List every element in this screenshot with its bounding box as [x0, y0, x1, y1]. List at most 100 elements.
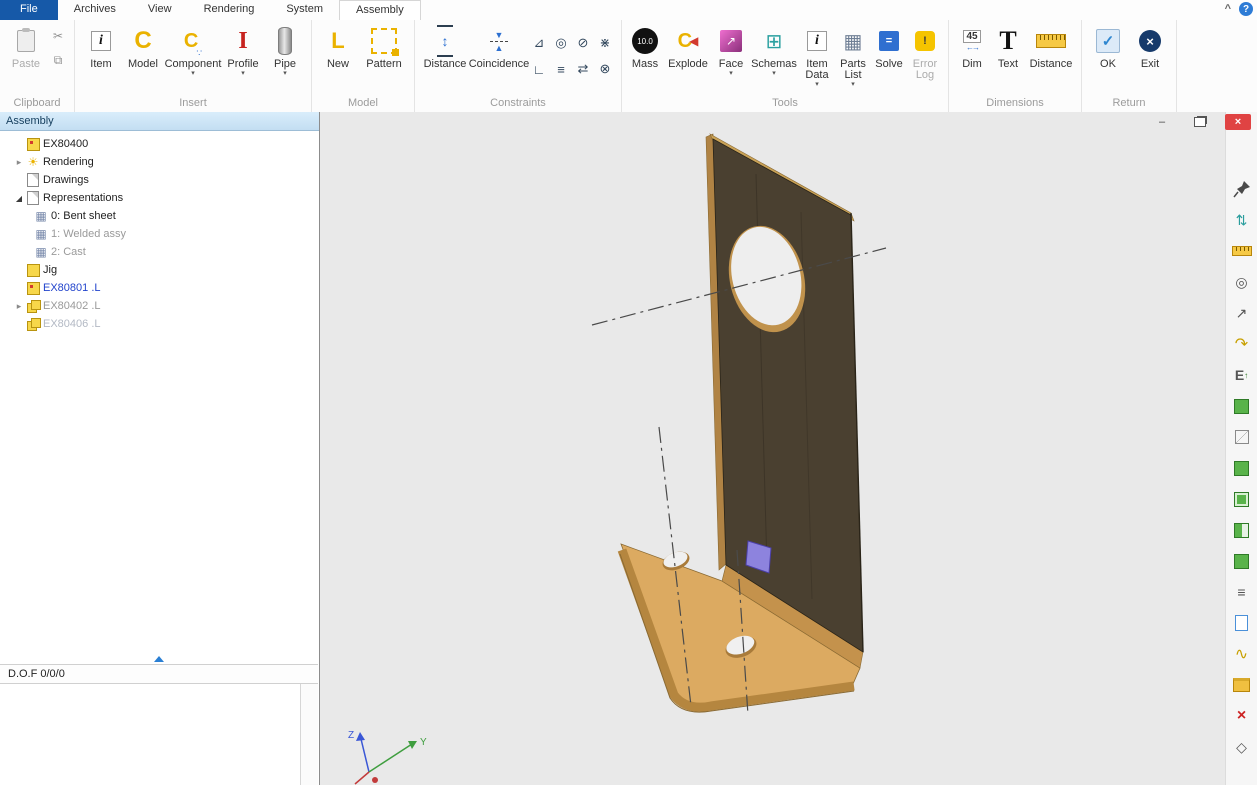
x-axis-dot [372, 777, 378, 783]
maximize-button[interactable] [1187, 114, 1213, 130]
cut-icon[interactable]: ✂ [49, 28, 67, 44]
component-caret-icon[interactable]: ▾ [191, 70, 195, 78]
edged-cube-icon[interactable] [1231, 488, 1253, 510]
new-button[interactable]: L New [318, 23, 358, 70]
error-log-button[interactable]: ! Error Log [908, 23, 942, 81]
tree-item-cast[interactable]: ▦ 2: Cast [0, 243, 319, 261]
tree-item-jig[interactable]: Jig [0, 261, 319, 279]
measure-ruler-icon[interactable] [1231, 240, 1253, 262]
cube-arrow-icon[interactable] [1231, 550, 1253, 572]
exit-button[interactable]: × Exit [1130, 23, 1170, 70]
concentricity-constraint-icon[interactable]: ◎ [550, 30, 572, 56]
schemas-button[interactable]: ⊞ Schemas ▾ [750, 23, 798, 78]
parallel-constraint-icon[interactable]: ≡ [550, 56, 572, 82]
ribbon-group-model: L New Pattern Model [312, 20, 415, 112]
expand-arrow-icon[interactable]: ▸ [12, 157, 26, 168]
item-data-caret-icon[interactable]: ▾ [815, 81, 819, 89]
mass-button[interactable]: 10.0 Mass [628, 23, 662, 70]
document-window-controls: – × [1149, 114, 1251, 130]
jig-icon [27, 264, 40, 277]
parts-list-button[interactable]: ▦ Parts List ▾ [836, 23, 870, 89]
collapse-ribbon-icon[interactable]: ^ [1225, 3, 1231, 15]
tree-item-ex80406[interactable]: EX80406 .L [0, 315, 319, 333]
help-icon[interactable]: ? [1239, 2, 1253, 16]
tab-rendering[interactable]: Rendering [188, 0, 271, 20]
text-button[interactable]: T Text [991, 23, 1025, 70]
face-caret-icon[interactable]: ▾ [729, 70, 733, 78]
fix-constraint-icon[interactable]: ⊗ [594, 56, 616, 82]
flip-vertical-icon[interactable]: ⇅ [1231, 209, 1253, 231]
tree-item-drawings[interactable]: Drawings [0, 171, 319, 189]
list-icon[interactable]: ≡ [1231, 581, 1253, 603]
component-button[interactable]: C∵ Component ▾ [165, 23, 221, 78]
dim-button[interactable]: 45←→ Dim [955, 23, 989, 70]
ribbon-group-insert: i Item C Model C∵ Component ▾ I Profile … [75, 20, 312, 112]
pin-icon[interactable] [1231, 178, 1253, 200]
document-copy-icon[interactable] [1231, 612, 1253, 634]
draw-arrow-icon[interactable]: ↗ [1231, 302, 1253, 324]
item-data-button[interactable]: i Item Data ▾ [800, 23, 834, 89]
graphics-viewport[interactable]: Z Y [320, 112, 1225, 785]
solve-button[interactable]: = Solve [872, 23, 906, 70]
copy-icon[interactable]: ⧉ [49, 52, 67, 68]
paste-button[interactable]: Paste [6, 23, 46, 70]
pattern-button[interactable]: Pattern [360, 23, 408, 70]
perpendicular-constraint-icon[interactable]: ∟ [528, 56, 550, 82]
spline-icon[interactable]: ∿ [1231, 643, 1253, 665]
group-label-insert: Insert [80, 96, 306, 112]
panel-scrollbar[interactable] [300, 684, 318, 785]
item-button[interactable]: i Item [81, 23, 121, 70]
explode-icon: C◀ [678, 29, 699, 53]
ribbon-group-constraints: ↕ Distance ▼▲ Coincidence ⊿ ◎ ⊘ ⋇ ∟ ≡ ⇄ … [415, 20, 622, 112]
pipe-caret-icon[interactable]: ▾ [283, 70, 287, 78]
distance-constraint-button[interactable]: ↕ Distance [421, 23, 469, 70]
parts-list-caret-icon[interactable]: ▾ [851, 81, 855, 89]
section-view-icon[interactable] [1231, 519, 1253, 541]
tree-item-ex80400[interactable]: EX80400 [0, 135, 319, 153]
pipe-button[interactable]: Pipe ▾ [265, 23, 305, 78]
tangency-constraint-icon[interactable]: ⊘ [572, 30, 594, 56]
tree-item-ex80402[interactable]: ▸ EX80402 .L [0, 297, 319, 315]
tab-assembly[interactable]: Assembly [339, 0, 421, 21]
z-axis-label: Z [348, 730, 354, 741]
equal-constraint-icon[interactable]: ⇄ [572, 56, 594, 82]
curve-arrow-icon[interactable]: ↷ [1231, 333, 1253, 355]
ribbon-tab-bar: File Archives View Rendering System Asse… [0, 0, 1257, 21]
wireframe-cube-icon[interactable] [1231, 426, 1253, 448]
symmetry-constraint-icon[interactable]: ⋇ [594, 30, 616, 56]
export-icon[interactable]: E↑ [1231, 364, 1253, 386]
text-icon: T [999, 26, 1016, 56]
schemas-caret-icon[interactable]: ▾ [772, 70, 776, 78]
profile-button[interactable]: I Profile ▾ [223, 23, 263, 78]
tree-item-rendering[interactable]: ▸ ☀ Rendering [0, 153, 319, 171]
drawer-icon[interactable] [1231, 674, 1253, 696]
tree-item-bent-sheet[interactable]: ▦ 0: Bent sheet [0, 207, 319, 225]
angle-constraint-icon[interactable]: ⊿ [528, 30, 550, 56]
coincidence-button[interactable]: ▼▲ Coincidence [471, 23, 527, 70]
polygon-icon[interactable]: ◇ [1231, 736, 1253, 758]
distance-dimension-button[interactable]: Distance [1027, 23, 1075, 70]
collapse-arrow-icon[interactable]: ◢ [12, 194, 26, 203]
minimize-button[interactable]: – [1149, 114, 1175, 130]
shaded-cube-icon[interactable] [1231, 457, 1253, 479]
tab-view[interactable]: View [132, 0, 188, 20]
plane-icon[interactable] [1231, 395, 1253, 417]
snap-circle-icon[interactable]: ◎ [1231, 271, 1253, 293]
face-button[interactable]: ↗ Face ▾ [714, 23, 748, 78]
model-button[interactable]: C Model [123, 23, 163, 70]
bracket-model[interactable] [620, 134, 863, 712]
tab-system[interactable]: System [270, 0, 339, 20]
tree-item-representations[interactable]: ◢ Representations [0, 189, 319, 207]
explode-button[interactable]: C◀ Explode [664, 23, 712, 70]
profile-caret-icon[interactable]: ▾ [241, 70, 245, 78]
profile-icon: I [238, 28, 247, 55]
tree-item-ex80801[interactable]: EX80801 .L [0, 279, 319, 297]
tree-item-welded-assy[interactable]: ▦ 1: Welded assy [0, 225, 319, 243]
expand-arrow-icon[interactable]: ▸ [12, 301, 26, 312]
ok-button[interactable]: ✓ OK [1088, 23, 1128, 70]
tab-archives[interactable]: Archives [58, 0, 132, 20]
close-button[interactable]: × [1225, 114, 1251, 130]
panel-splitter[interactable] [0, 654, 318, 664]
tab-file[interactable]: File [0, 0, 58, 20]
delete-red-icon[interactable]: × [1231, 705, 1253, 727]
